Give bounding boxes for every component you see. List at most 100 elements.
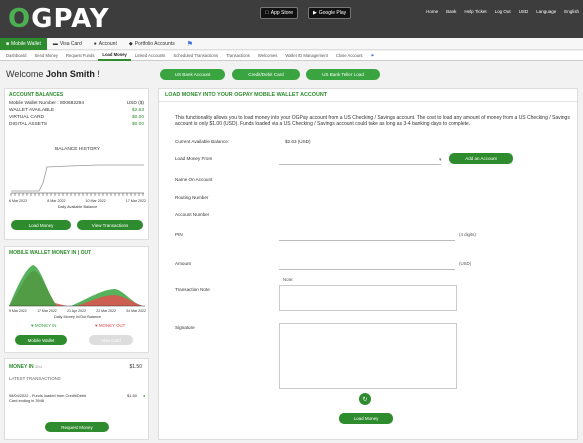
balance-row: VIRTUAL CARD $0.00	[9, 115, 144, 120]
flag-icon[interactable]: ⚑	[181, 38, 199, 50]
subnav-dashboard[interactable]: Dashboard	[2, 51, 31, 61]
pin-input[interactable]	[279, 240, 455, 241]
submit-load-money-button[interactable]: Load Money	[339, 413, 393, 424]
current-balance-value: $2.63 (USD)	[285, 139, 311, 144]
main-tabs: ■ Mobile Wallet ▬ Visa Card ● Account ◆ Port…	[0, 37, 583, 50]
user-icon: ●	[93, 40, 97, 47]
nav-log-out[interactable]: Log Out	[495, 9, 511, 14]
note-label: Note:	[283, 277, 294, 282]
nav-home[interactable]: Home	[426, 9, 438, 14]
add-account-button[interactable]: Add an Account	[449, 153, 513, 164]
transaction-item[interactable]: 08/04/2022 - Funds loaded from Credit/De…	[9, 393, 147, 407]
heart-icon: ♥	[95, 323, 98, 328]
latest-transactions-label: LATEST TRANSACTIONS	[9, 376, 61, 381]
app-store-button[interactable]: App Store	[260, 7, 298, 19]
balance-history-title: BALANCE HISTORY	[55, 147, 100, 152]
transaction-desc: 08/04/2022 - Funds loaded from Credit/De…	[9, 393, 87, 403]
amount-hint: (USD)	[459, 261, 472, 266]
load-money-button[interactable]: Load Money	[11, 220, 71, 230]
money-in-card: MONEY IN 30d $1.50 LATEST TRANSACTIONS 0…	[4, 358, 149, 440]
apple-icon: 	[265, 10, 269, 16]
subnav-linked-accounts[interactable]: Linked Accounts	[131, 51, 170, 61]
amount-input[interactable]	[279, 269, 455, 270]
wallet-icon: ■	[6, 40, 10, 47]
account-balances-card: ACCOUNT BALANCES Mobile Wallet Number : …	[4, 88, 149, 240]
subnav-load-money[interactable]: Load Money	[98, 51, 131, 61]
money-in-area-1	[9, 265, 57, 306]
nav-help-ticket[interactable]: Help Ticket	[464, 9, 486, 14]
status-dot-icon: ●	[143, 393, 146, 398]
current-balance-label: Current Available Balance:	[175, 139, 230, 144]
ogpay-logo[interactable]: OGPAY	[8, 4, 110, 34]
subnav-send-money[interactable]: Send Money	[31, 51, 63, 61]
view-transactions-button[interactable]: View Transactions	[77, 220, 143, 230]
chevron-down-icon[interactable]: ▾	[439, 157, 442, 163]
wallet-in-out-ticks: 9 Mar 2022 17 Mar 2022 21 Apr 2022 22 Ma…	[9, 309, 146, 313]
play-icon: ▶	[313, 10, 317, 16]
wallet-in-out-card: MOBILE WALLET MONEY IN | OUT 9 Mar 2022 …	[4, 246, 149, 353]
portfolio-icon: ◆	[128, 40, 133, 47]
money-in-title: MONEY IN 30d	[9, 364, 42, 370]
balance-history-ticks: 6 Mar 2022 8 Mar 2022 10 Mar 2022 17 Mar…	[9, 199, 146, 203]
refresh-icon[interactable]: ↻	[359, 393, 371, 405]
subnav-welcomes[interactable]: Welcomes	[254, 51, 281, 61]
subnav-close-account[interactable]: Close Account	[332, 51, 367, 61]
currency-select[interactable]: USD	[519, 9, 529, 14]
wallet-in-out-caption: Daily Money In/Out Balance	[53, 315, 102, 319]
tick-label: 22 Mar 2022	[96, 309, 116, 313]
flag-icon-sub[interactable]: ⚑	[367, 51, 379, 61]
panel-title: LOAD MONEY INTO YOUR OGPAY MOBILE WALLET…	[165, 92, 328, 98]
mobile-wallet-button[interactable]: Mobile Wallet	[15, 335, 67, 345]
visa-card-button[interactable]: Visa Card	[89, 335, 133, 345]
balance-history-caption: Daily Available Balance	[57, 205, 98, 209]
load-money-panel: LOAD MONEY INTO YOUR OGPAY MOBILE WALLET…	[158, 88, 579, 440]
intro-text: This functionality allows you to load mo…	[175, 115, 570, 128]
pin-hint: (4 digits)	[459, 232, 476, 237]
balance-history-chart	[10, 164, 144, 196]
signature-pad[interactable]	[279, 323, 457, 389]
subnav-request-funds[interactable]: Request Funds	[62, 51, 98, 61]
tick-label: 04 Mar 2022	[126, 309, 146, 313]
tick-label: 10 Mar 2022	[85, 199, 106, 203]
top-bar: OGPAY App Store ▶Google Play Home Bank …	[0, 0, 583, 38]
wallet-in-out-chart	[9, 265, 145, 307]
tab-portfolio-accounts[interactable]: ◆ Portfolio Accounts	[123, 38, 181, 50]
tab-visa-card[interactable]: ▬ Visa Card	[47, 38, 88, 50]
request-money-button[interactable]: Request Money	[45, 422, 109, 432]
tab-credit-debit-card[interactable]: Credit/Debit Card	[232, 69, 300, 80]
heart-icon: ♥	[31, 323, 34, 328]
tab-us-bank-account[interactable]: US Bank Account	[160, 69, 225, 80]
tick-label: 6 Mar 2022	[9, 199, 28, 203]
balance-row: WALLET AVAILABLE $2.63	[9, 108, 144, 113]
pin-label: PIN	[175, 232, 183, 237]
transaction-note-input[interactable]	[279, 285, 457, 311]
tab-us-bank-teller-load[interactable]: US Bank Teller Load	[306, 69, 380, 80]
tick-label: 17 Mar 2022	[125, 199, 146, 203]
signature-label: Signature	[175, 325, 195, 330]
tick-label: 21 Apr 2022	[67, 309, 86, 313]
nav-bank[interactable]: Bank	[446, 9, 456, 14]
tab-account[interactable]: ● Account	[88, 38, 123, 50]
x-ticks	[10, 193, 144, 196]
load-from-select[interactable]	[279, 164, 441, 165]
language-select[interactable]: English	[564, 9, 579, 14]
tab-mobile-wallet[interactable]: ■ Mobile Wallet	[0, 37, 47, 50]
tick-label: 9 Mar 2022	[9, 309, 27, 313]
amount-label: Amount	[175, 261, 191, 266]
balance-line	[11, 164, 144, 192]
welcome-heading: Welcome John Smith !	[6, 69, 100, 79]
wallet-in-out-title: MOBILE WALLET MONEY IN | OUT	[9, 250, 92, 256]
subnav-transactions[interactable]: Transactions	[222, 51, 254, 61]
google-play-button[interactable]: ▶ Google Play	[308, 7, 352, 19]
tick-label: 8 Mar 2022	[47, 199, 66, 203]
legend-money-in: ♥ MONEY IN	[31, 323, 57, 328]
subnav-wallet-id-management[interactable]: Wallet ID Management	[281, 51, 331, 61]
language-label: Language	[536, 9, 557, 14]
top-nav: Home Bank Help Ticket Log Out USD Langua…	[426, 9, 579, 14]
sub-nav: Dashboard Send Money Request Funds Load …	[0, 51, 583, 61]
subnav-scheduled-transactions[interactable]: Scheduled Transactions	[169, 51, 222, 61]
account-number-label: Account Number	[175, 212, 210, 217]
divider	[159, 101, 579, 102]
routing-number-label: Routing Number	[175, 195, 209, 200]
load-from-label: Load Money From	[175, 156, 213, 161]
